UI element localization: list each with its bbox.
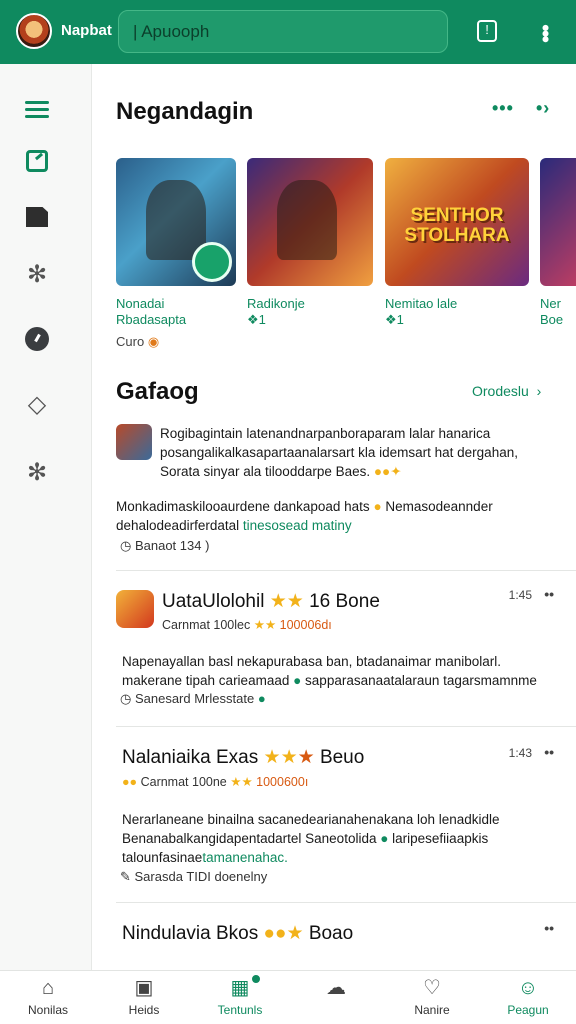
game-icon[interactable] xyxy=(116,590,154,628)
bottom-nav: ⌂ Nonilas ▣ Heids ▦ Tentunls ☁ ♡ Nanire … xyxy=(0,970,576,1024)
game-card[interactable]: SENTHOR STOLHARA Nemitao lale ❖1 xyxy=(385,158,529,328)
nav-label: Nanire xyxy=(414,1003,450,1017)
user-icon: ☺ xyxy=(517,977,539,999)
item-title[interactable]: Nindulavia Bkos ●●★ Boao xyxy=(122,922,353,945)
item-time: 1:45 xyxy=(508,588,532,602)
flag-icon[interactable] xyxy=(24,204,50,230)
post-text: Rogibagintain latenandnarpanboraparam la… xyxy=(160,426,491,441)
item-title[interactable]: Nalaniaika Exas ★★★ Beuo xyxy=(122,746,364,769)
square-bell-icon[interactable]: ! xyxy=(477,20,497,42)
post-body: dehalodeadirferdatal tinesosead matiny xyxy=(116,518,352,533)
clock-icon[interactable] xyxy=(24,326,50,352)
puzzle-icon[interactable]: ✻ xyxy=(24,262,50,288)
menu-icon[interactable] xyxy=(24,96,50,122)
post-text: Sorata sinyar ala tilooddarpe Baes. ●●✦ xyxy=(160,464,402,479)
nav-charts[interactable]: ▦ Tentunls xyxy=(192,971,288,1024)
item-body: Napenayallan basl nekapurabasa ban, btad… xyxy=(122,654,502,669)
nav-cloud[interactable]: ☁ xyxy=(288,971,384,1024)
calendar-icon: ▣ xyxy=(134,977,154,999)
main-content: Negandagin ••• •› Nonadai Rbadasapta Rad… xyxy=(92,64,576,970)
heart-icon: ♡ xyxy=(423,977,441,999)
game-card[interactable]: Radikonje ❖1 xyxy=(247,158,373,328)
item-body: makerane tipah carieamaad ● sapparasanaa… xyxy=(122,673,537,688)
badge-icon xyxy=(192,242,232,282)
section-title: Negandagin xyxy=(116,98,254,125)
post-body: Monkadimaskilooaurdene dankapoad hats ● … xyxy=(116,499,493,514)
coin-icon: ◉ xyxy=(147,334,160,349)
sidebar: ✻ ◇ ✻ xyxy=(0,64,92,970)
item-time: 1:43 xyxy=(508,746,532,760)
nav-label: Nonilas xyxy=(27,1003,69,1017)
card-title: Ner xyxy=(540,296,561,311)
puzzle-icon[interactable]: ✻ xyxy=(24,460,50,486)
divider xyxy=(116,902,576,903)
post-avatar[interactable] xyxy=(116,424,152,460)
more-icon[interactable]: •• xyxy=(544,586,554,602)
item-subtitle: ●● Carnmat 100ne ★★ 1000600ı xyxy=(122,775,309,789)
chart-icon: ▦ xyxy=(230,977,250,999)
avatar[interactable] xyxy=(16,13,52,49)
nav-profile[interactable]: ☺ Peagun xyxy=(480,971,576,1024)
game-logo: SENTHOR STOLHARA xyxy=(404,205,510,246)
game-card[interactable]: Nonadai Rbadasapta xyxy=(116,158,236,328)
more-icon[interactable]: •• xyxy=(544,744,554,760)
divider xyxy=(116,570,576,571)
see-all-label: Orodeslu xyxy=(472,383,529,399)
search-input[interactable]: | Apuooph xyxy=(118,10,448,53)
card-title: Radikonje xyxy=(247,296,305,311)
card-subtitle: Boe xyxy=(540,312,564,327)
game-thumbnail xyxy=(116,158,236,286)
cards-footer: Curo ◉ xyxy=(116,334,159,350)
nav-label: Tentunls xyxy=(217,1003,263,1017)
top-app-bar: Napbat | Apuooph ! ••• xyxy=(0,0,576,64)
item-title[interactable]: UataUlolohil ★★ 16 Bone xyxy=(162,590,380,613)
post-text: posangalikalkasapartaanalarsart kla idem… xyxy=(160,445,518,460)
card-title: Nemitao lale xyxy=(385,296,458,311)
tag-icon[interactable]: ◇ xyxy=(24,392,50,418)
nav-label: Heids xyxy=(128,1003,160,1017)
more-icon[interactable]: •› xyxy=(536,98,550,119)
notification-dot xyxy=(250,973,262,985)
card-subtitle: ❖1 xyxy=(385,312,404,327)
item-subtitle: Carnmat 100lec ★★ 100006dı xyxy=(162,618,332,632)
item-body: talounfasinaetamanenahac. xyxy=(122,850,288,865)
item-link[interactable]: ◷ Sanesard Mrlesstate ● xyxy=(120,691,266,707)
kebab-icon[interactable]: ••• xyxy=(532,20,558,46)
card-subtitle: ❖1 xyxy=(247,312,266,327)
card-subtitle: Rbadasapta xyxy=(116,312,187,327)
game-thumbnail xyxy=(540,158,576,286)
see-all-link[interactable]: Orodeslu › xyxy=(472,383,541,399)
nav-heart[interactable]: ♡ Nanire xyxy=(384,971,480,1024)
item-link[interactable]: ✎ Sarasda TIDI doenelny xyxy=(120,869,267,885)
cloud-icon: ☁ xyxy=(326,977,346,999)
divider xyxy=(116,726,576,727)
footer-text: Curo xyxy=(116,334,145,349)
more-icon[interactable]: ••• xyxy=(492,98,514,119)
more-icon[interactable]: •• xyxy=(544,920,554,936)
edit-icon[interactable] xyxy=(24,148,50,174)
item-body: Benanabalkangidapentadartel Saneotolida … xyxy=(122,831,489,846)
item-body: Nerarlaneane binailna sacanedearianahena… xyxy=(122,812,500,827)
game-card[interactable]: Ner Boe xyxy=(540,158,576,328)
home-icon: ⌂ xyxy=(41,977,55,999)
nav-label: Peagun xyxy=(507,1003,549,1017)
card-title: Nonadai xyxy=(116,296,165,311)
brand-name: Napbat xyxy=(61,22,112,39)
section-title: Gafaog xyxy=(116,378,199,405)
game-thumbnail: SENTHOR STOLHARA xyxy=(385,158,529,286)
nav-home[interactable]: ⌂ Nonilas xyxy=(0,971,96,1024)
game-thumbnail xyxy=(247,158,373,286)
nav-calendar[interactable]: ▣ Heids xyxy=(96,971,192,1024)
post-meta: ◷ Banaot 134 ) xyxy=(120,538,210,553)
search-text: | Apuooph xyxy=(133,22,210,41)
